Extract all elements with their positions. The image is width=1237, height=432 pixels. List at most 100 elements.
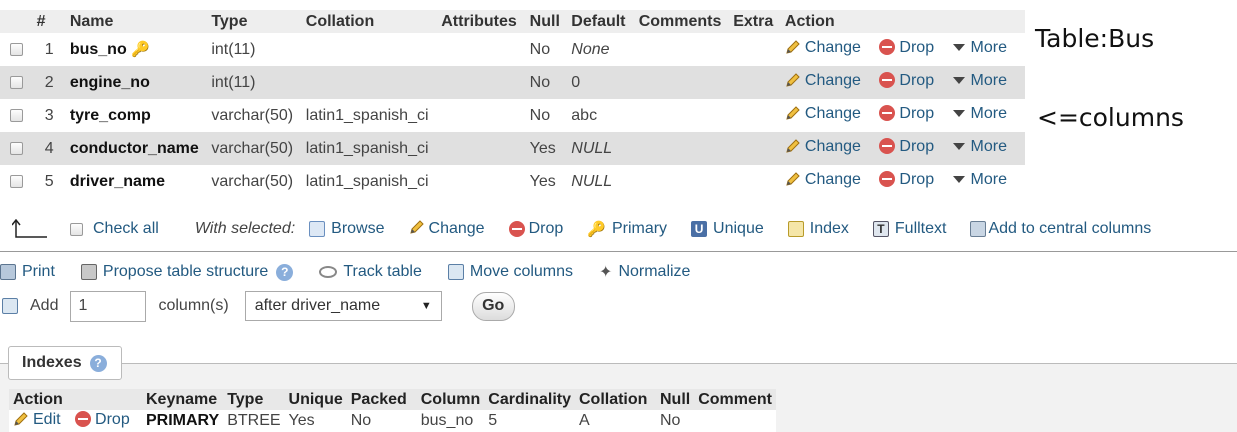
idx-header-packed: Packed [346,389,417,410]
change-link[interactable]: Change [785,72,861,89]
add-column-row: Add column(s) after driver_name ▼ Go [0,290,515,322]
move-label: Move columns [469,263,574,280]
index-null: No [655,410,695,432]
change-link[interactable]: Change [785,105,861,122]
more-dropdown[interactable]: More [952,105,1007,122]
indexes-tab[interactable]: Indexes ? [8,346,122,380]
unique-button[interactable]: U Unique [691,220,764,238]
more-dropdown[interactable]: More [952,171,1007,188]
add-central-columns-button[interactable]: Add to central columns [970,220,1151,238]
header-comments[interactable]: Comments [634,10,730,33]
indexes-divider [0,363,1237,364]
bulk-drop-button[interactable]: Drop [508,220,563,238]
header-action: Action [780,10,1025,33]
drop-icon [879,138,896,154]
more-label: More [970,39,1007,56]
row-checkbox[interactable] [9,174,23,188]
move-columns-link[interactable]: Move columns [447,263,574,281]
wand-icon: ✦ [599,264,613,281]
row-num: 4 [32,132,66,165]
normalize-link[interactable]: ✦ Normalize [599,262,690,282]
propose-structure-link[interactable]: Propose table structure? [80,263,294,281]
column-default: NULL [567,132,635,165]
column-attributes [437,66,526,99]
row-checkbox[interactable] [9,108,23,122]
header-collation[interactable]: Collation [301,10,438,33]
add-column-icon [2,298,18,314]
column-count-input[interactable] [70,290,147,322]
drop-link[interactable]: Drop [879,72,934,89]
table-row: 3 tyre_comp varchar(50) latin1_spanish_c… [0,99,1025,132]
drop-label: Drop [899,105,935,122]
header-extra[interactable]: Extra [729,10,781,33]
help-icon[interactable]: ? [276,263,294,281]
idx-header-keyname: Keyname [142,389,224,410]
bulk-change-button[interactable]: Change [409,219,485,240]
more-dropdown[interactable]: More [952,39,1007,56]
browse-button[interactable]: Browse [309,220,385,238]
more-label: More [970,105,1007,122]
unique-icon: U [691,221,708,237]
chevron-down-icon [952,44,965,51]
change-label: Change [804,72,861,89]
with-selected-label: With selected: [194,220,296,237]
check-all-checkbox[interactable] [70,222,83,236]
indexes-table: Action Keyname Type Unique Packed Column… [9,389,776,432]
go-button[interactable]: Go [471,291,515,321]
index-edit-label: Edit [33,410,61,428]
bulk-change-label: Change [428,220,485,237]
pencil-icon [785,138,801,159]
drop-icon [879,105,896,121]
column-collation [301,66,438,99]
column-collation [301,33,438,66]
header-name[interactable]: Name [65,10,208,33]
column-comments [634,99,730,132]
help-icon[interactable]: ? [89,354,107,372]
drop-link[interactable]: Drop [879,105,934,122]
column-null: Yes [525,132,568,165]
fulltext-button[interactable]: T Fulltext [872,220,946,238]
header-default[interactable]: Default [567,10,635,33]
column-extra [729,165,781,198]
row-checkbox[interactable] [9,75,23,89]
drop-icon [508,221,525,237]
column-comments [634,132,730,165]
index-keyname: PRIMARY [142,410,224,432]
drop-link[interactable]: Drop [879,138,934,155]
more-dropdown[interactable]: More [952,72,1007,89]
index-button[interactable]: Index [787,220,849,238]
idx-header-column: Column [416,389,485,410]
primary-button[interactable]: 🔑 Primary [587,220,667,238]
column-position-select[interactable]: after driver_name ▼ [244,291,442,321]
structure-toolbar: Print Propose table structure? Track tab… [0,260,716,284]
row-checkbox[interactable] [9,42,23,56]
header-type[interactable]: Type [207,10,302,33]
drop-link[interactable]: Drop [879,171,934,188]
change-link[interactable]: Change [785,171,861,188]
drop-link[interactable]: Drop [879,39,934,56]
change-link[interactable]: Change [785,39,861,56]
change-label: Change [804,39,861,56]
browse-icon [309,221,326,237]
change-link[interactable]: Change [785,138,861,155]
index-edit-link[interactable]: Edit [13,411,61,428]
change-label: Change [804,105,861,122]
header-null[interactable]: Null [525,10,568,33]
add-central-label: Add to central columns [988,220,1152,237]
selection-arrow-icon [12,219,47,238]
row-checkbox[interactable] [9,141,23,155]
index-drop-link[interactable]: Drop [75,410,130,428]
row-actions: Change Drop More [780,66,1025,99]
change-label: Change [804,138,861,155]
row-actions: Change Drop More [780,165,1025,198]
print-link[interactable]: Print [0,263,55,281]
header-attributes[interactable]: Attributes [437,10,526,33]
more-dropdown[interactable]: More [952,138,1007,155]
table-row: 1 bus_no 🔑 int(11) No None Change Drop M… [0,33,1025,66]
row-checkbox-cell [0,66,33,99]
index-unique: Yes [284,410,347,432]
track-table-link[interactable]: Track table [319,263,422,281]
row-num: 5 [32,165,66,198]
indexes-title: Indexes [22,354,82,371]
check-all-label[interactable]: Check all [93,220,159,238]
